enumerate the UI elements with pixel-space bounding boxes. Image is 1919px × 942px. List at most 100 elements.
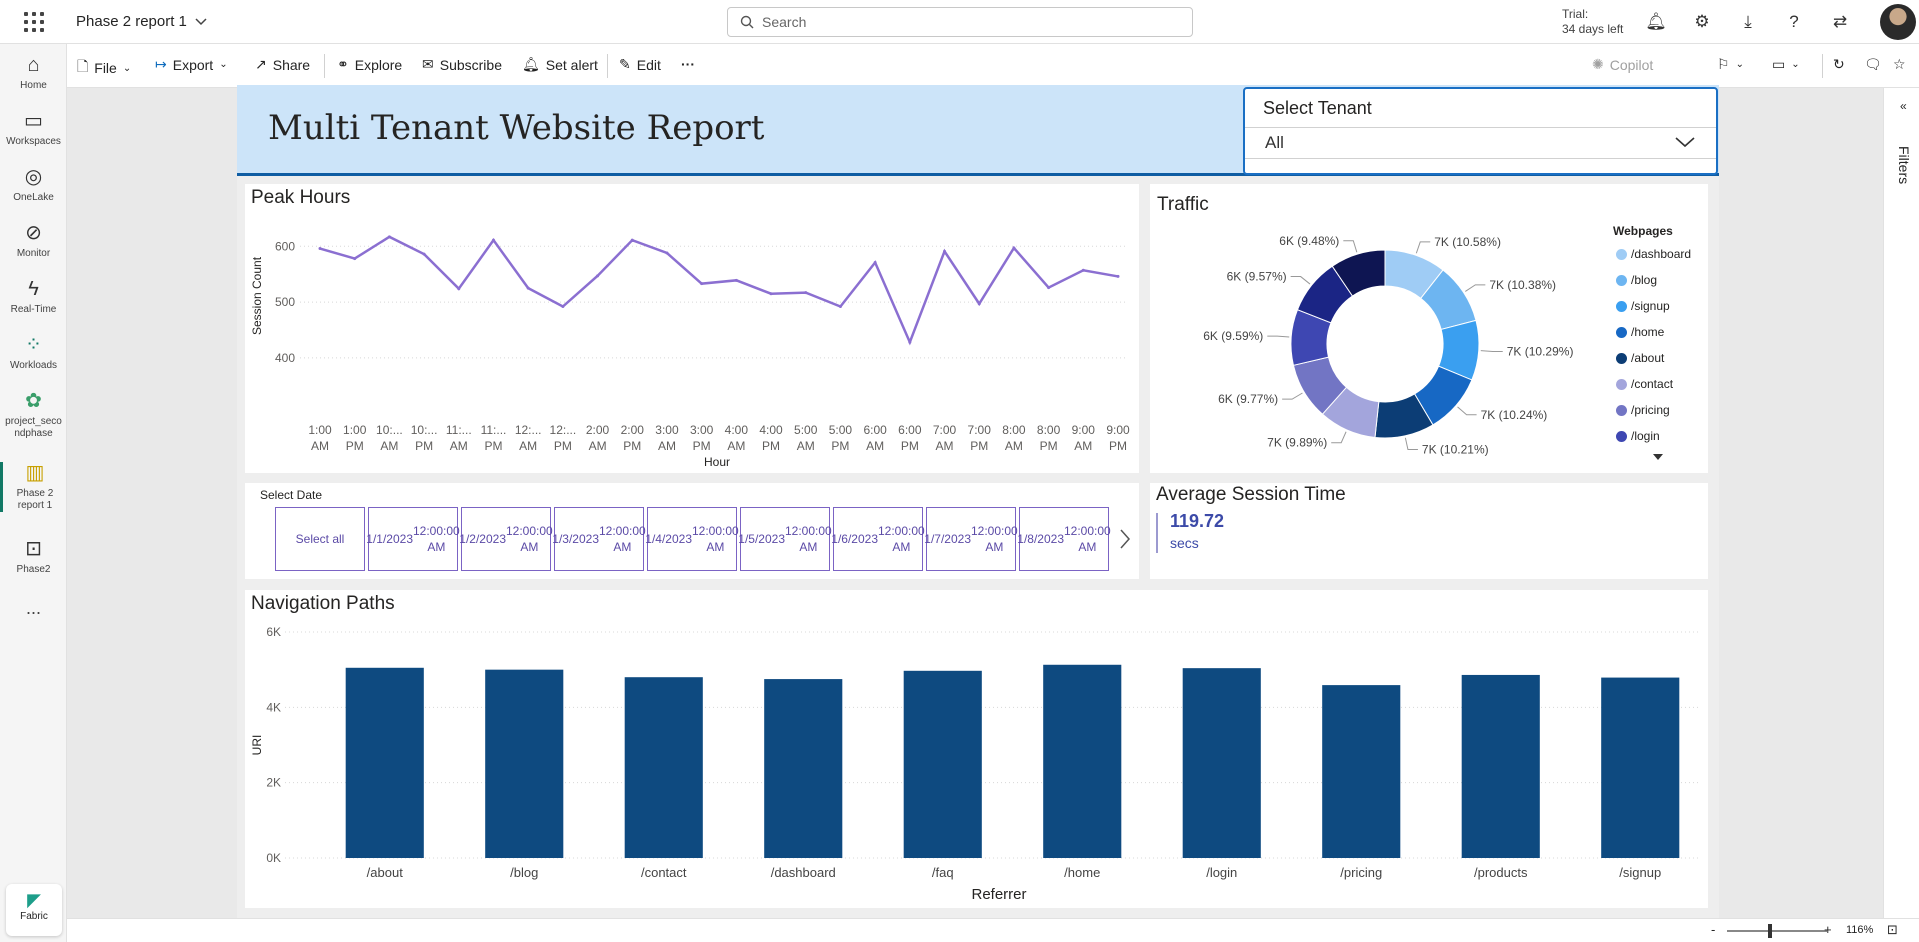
data-point[interactable] bbox=[1047, 286, 1051, 290]
nav-item-project[interactable]: ✿ project_seco ndphase bbox=[0, 390, 67, 440]
date-tile[interactable]: 1/6/2023 12:00:00 AM bbox=[831, 507, 925, 571]
nav-item-onelake[interactable]: ◎ OneLake bbox=[0, 166, 67, 203]
filters-label[interactable]: Filters bbox=[1896, 146, 1912, 184]
bar[interactable] bbox=[1601, 677, 1680, 858]
bar[interactable] bbox=[1182, 668, 1261, 858]
refresh-icon[interactable]: ↻ bbox=[1833, 56, 1845, 73]
data-point[interactable] bbox=[630, 238, 634, 242]
zoom-in-button[interactable]: + bbox=[1824, 922, 1832, 937]
comment-icon[interactable]: 🗨︎ bbox=[1864, 56, 1882, 73]
legend-item[interactable]: /pricing bbox=[1616, 403, 1670, 417]
data-point[interactable] bbox=[1012, 246, 1016, 250]
date-tile[interactable]: 1/8/2023 12:00:00 AM bbox=[1017, 507, 1111, 571]
share-button[interactable]: ↗ Share bbox=[255, 56, 310, 73]
data-point[interactable] bbox=[422, 252, 426, 256]
legend-item[interactable]: /contact bbox=[1616, 377, 1673, 391]
export-menu-button[interactable]: ↦ Export ⌄ bbox=[155, 56, 228, 73]
share-feedback-icon[interactable]: ⇄ bbox=[1824, 10, 1856, 34]
data-point[interactable] bbox=[526, 286, 530, 290]
date-tile[interactable]: 1/3/2023 12:00:00 AM bbox=[552, 507, 646, 571]
nav-item-home[interactable]: ⌂ Home bbox=[0, 54, 67, 91]
legend-item[interactable]: /blog bbox=[1616, 273, 1657, 287]
data-point[interactable] bbox=[387, 235, 391, 239]
zoom-out-button[interactable]: - bbox=[1711, 922, 1715, 937]
legend-item[interactable]: /home bbox=[1616, 325, 1664, 339]
data-point[interactable] bbox=[353, 257, 357, 261]
data-point[interactable] bbox=[804, 291, 808, 295]
data-point[interactable] bbox=[1081, 268, 1085, 272]
gear-icon[interactable]: ⚙ bbox=[1686, 10, 1718, 34]
bar[interactable] bbox=[1043, 664, 1122, 858]
app-launcher-icon[interactable] bbox=[24, 12, 44, 32]
tenant-dropdown[interactable]: All bbox=[1245, 127, 1716, 159]
data-point[interactable] bbox=[665, 251, 669, 255]
data-point[interactable] bbox=[561, 305, 565, 309]
bar[interactable] bbox=[764, 679, 843, 858]
navigation-paths-chart[interactable]: 0K 2K 4K 6K URI/about/blog/contact/dashboard… bbox=[245, 590, 1708, 908]
data-point[interactable] bbox=[908, 340, 912, 344]
set-alert-button[interactable]: 🔔︎ Set alert bbox=[522, 56, 598, 73]
explore-button[interactable]: ⚭ Explore bbox=[337, 56, 402, 73]
data-point[interactable] bbox=[491, 238, 495, 242]
legend-item[interactable]: /login bbox=[1616, 429, 1660, 443]
nav-item-phase2[interactable]: ⊡ Phase2 bbox=[0, 538, 67, 575]
chevron-down-icon[interactable] bbox=[1674, 134, 1696, 150]
file-menu-button[interactable]: 🗋︎ File ⌄ bbox=[77, 56, 131, 80]
bar[interactable] bbox=[903, 670, 982, 858]
bar[interactable] bbox=[1461, 674, 1540, 858]
collapse-chevron-icon[interactable]: « bbox=[1900, 99, 1907, 113]
data-point[interactable] bbox=[596, 274, 600, 278]
nav-item-workspaces[interactable]: ▭ Workspaces bbox=[0, 110, 67, 147]
zoom-slider-handle[interactable] bbox=[1768, 924, 1772, 938]
legend-scroll-down-icon[interactable] bbox=[1651, 452, 1665, 462]
data-point[interactable] bbox=[873, 260, 877, 264]
edit-button[interactable]: ✎ Edit bbox=[619, 56, 661, 73]
search-box[interactable]: Search bbox=[727, 7, 1193, 37]
avatar[interactable] bbox=[1880, 4, 1916, 40]
peak-hours-chart[interactable]: 400 500 600 Session Count 1:00 AM 1:00 PM 10:...… bbox=[245, 184, 1139, 473]
zoom-slider[interactable] bbox=[1727, 930, 1827, 932]
bar[interactable] bbox=[624, 677, 703, 858]
date-tile[interactable]: 1/2/2023 12:00:00 AM bbox=[459, 507, 553, 571]
bell-icon[interactable]: 🔔︎ bbox=[1640, 10, 1672, 34]
data-point[interactable] bbox=[457, 287, 461, 291]
date-tile[interactable]: 1/7/2023 12:00:00 AM bbox=[924, 507, 1018, 571]
bar[interactable] bbox=[345, 667, 424, 858]
date-tile[interactable]: 1/5/2023 12:00:00 AM bbox=[738, 507, 832, 571]
date-tile-select-all[interactable]: Select all bbox=[275, 507, 365, 571]
legend-item[interactable]: /about bbox=[1616, 351, 1664, 365]
nav-item-workloads[interactable]: ⁘ Workloads bbox=[0, 334, 67, 371]
download-icon[interactable]: ⤓ bbox=[1732, 10, 1764, 34]
nav-item-monitor[interactable]: ⊘ Monitor bbox=[0, 222, 67, 259]
bar[interactable] bbox=[485, 669, 564, 858]
view-button[interactable]: ▭ ⌄ bbox=[1772, 56, 1800, 73]
data-point[interactable] bbox=[769, 292, 773, 296]
more-icon[interactable]: ... bbox=[0, 598, 67, 619]
data-point[interactable] bbox=[977, 302, 981, 306]
copilot-button[interactable]: ✺ Copilot bbox=[1592, 56, 1653, 73]
nav-item-phase2-report[interactable]: ▥ Phase 2 report 1 bbox=[0, 462, 67, 512]
bar[interactable] bbox=[1322, 685, 1401, 858]
data-point[interactable] bbox=[318, 247, 322, 251]
favorite-star-icon[interactable]: ☆ bbox=[1893, 56, 1906, 73]
traffic-donut-chart[interactable]: 7K (10.58%) 7K (10.38%) 7K (10.29%) 7K (10.… bbox=[1150, 184, 1610, 473]
date-tile[interactable]: 1/4/2023 12:00:00 AM bbox=[645, 507, 739, 571]
legend-item[interactable]: /signup bbox=[1616, 299, 1670, 313]
fabric-switcher[interactable]: ◤ Fabric bbox=[6, 884, 62, 936]
more-options-button[interactable]: ··· bbox=[681, 56, 695, 72]
trial-status[interactable]: Trial: 34 days left bbox=[1562, 7, 1623, 37]
nav-item-real-time[interactable]: ϟ Real-Time bbox=[0, 278, 67, 315]
data-point[interactable] bbox=[700, 282, 704, 286]
data-point[interactable] bbox=[1116, 274, 1120, 278]
series-line[interactable] bbox=[319, 235, 1119, 346]
legend-item[interactable]: /dashboard bbox=[1616, 247, 1691, 261]
bookmark-button[interactable]: ⚐ ⌄ bbox=[1717, 56, 1744, 73]
chevron-right-icon[interactable] bbox=[1118, 528, 1132, 550]
data-point[interactable] bbox=[943, 249, 947, 253]
data-point[interactable] bbox=[838, 305, 842, 309]
date-tile[interactable]: 1/1/2023 12:00:00 AM bbox=[366, 507, 460, 571]
filters-pane[interactable] bbox=[1883, 88, 1919, 918]
document-title[interactable]: Phase 2 report 1 bbox=[76, 13, 207, 30]
subscribe-button[interactable]: ✉ Subscribe bbox=[422, 56, 502, 73]
data-point[interactable] bbox=[734, 278, 738, 282]
